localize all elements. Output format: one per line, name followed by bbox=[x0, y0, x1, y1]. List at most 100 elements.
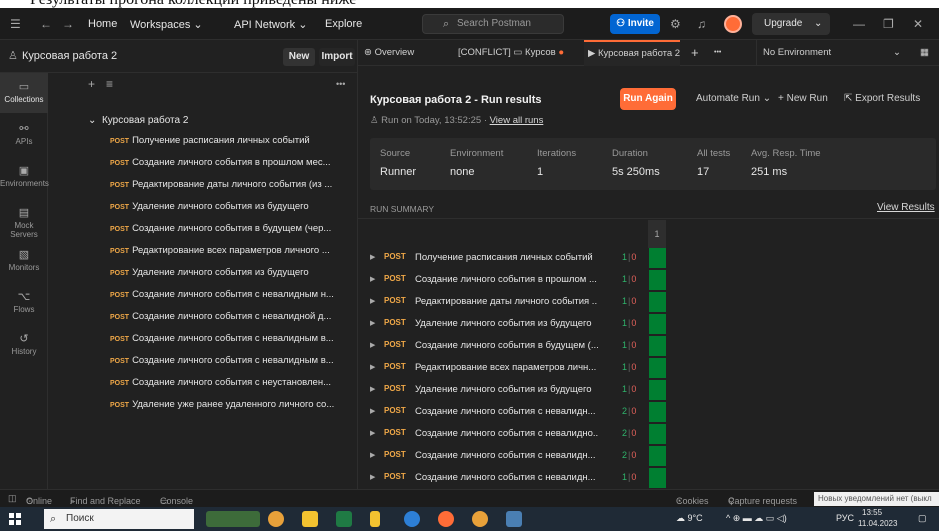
chrome-icon[interactable] bbox=[268, 511, 284, 527]
menu-icon[interactable]: ☰ bbox=[10, 17, 21, 31]
request-name: Получение расписания личных событий bbox=[132, 135, 310, 146]
more-tabs-icon[interactable]: ••• bbox=[714, 40, 730, 66]
summary-row[interactable]: ▶ POST Создание личного события в прошлом … bbox=[370, 270, 670, 290]
minimize-icon[interactable]: — bbox=[853, 17, 865, 31]
app-icon[interactable] bbox=[370, 511, 380, 527]
collection-item[interactable]: ⌄ Курсовая работа 2 bbox=[88, 115, 188, 126]
workspace-name[interactable]: Курсовая работа 2 bbox=[22, 50, 117, 62]
request-item[interactable]: POST Создание личного события в будущем (… bbox=[110, 223, 355, 234]
sidebar-toggle-icon[interactable]: ◫ bbox=[8, 493, 17, 504]
weather-widget[interactable]: ☁ 9°C bbox=[676, 513, 703, 524]
environment-select[interactable]: No Environment ⌄ bbox=[756, 40, 906, 66]
search-icon: ⌕ bbox=[50, 513, 57, 525]
forward-arrow-icon[interactable]: → bbox=[62, 17, 74, 31]
postman-icon[interactable] bbox=[438, 511, 454, 527]
new-tab-button[interactable]: + bbox=[691, 40, 705, 66]
maximize-icon[interactable]: ❐ bbox=[883, 17, 894, 31]
nav-explore[interactable]: Explore bbox=[325, 18, 362, 30]
automate-run-button[interactable]: Automate Run ⌄ bbox=[696, 93, 771, 104]
stat-label: Duration bbox=[612, 148, 648, 159]
upgrade-button[interactable]: Upgrade ⌄ bbox=[752, 13, 830, 35]
request-item[interactable]: POST Создание личного события с неустанов… bbox=[110, 377, 355, 388]
sidebar-item-flows[interactable]: ⌥ Flows bbox=[0, 283, 48, 323]
request-item[interactable]: POST Создание личного события в прошлом м… bbox=[110, 157, 355, 168]
new-run-button[interactable]: + New Run bbox=[778, 93, 828, 104]
new-button[interactable]: New bbox=[283, 48, 315, 66]
stat-value: 5s 250ms bbox=[612, 166, 660, 178]
tab-overview[interactable]: ⊛ Overview bbox=[364, 40, 434, 66]
sidebar-item-monitors[interactable]: ▧ Monitors bbox=[0, 241, 48, 281]
request-item[interactable]: POST Создание личного события с невалидны… bbox=[110, 289, 355, 300]
stat-value: Runner bbox=[380, 166, 417, 178]
request-item[interactable]: POST Редактирование всех параметров лично… bbox=[110, 245, 355, 256]
windows-start-icon[interactable] bbox=[9, 513, 21, 525]
request-item[interactable]: POST Удаление личного события из будущего bbox=[110, 201, 355, 212]
sidebar-item-history[interactable]: ↺ History bbox=[0, 325, 48, 365]
summary-row[interactable]: ▶ POST Создание личного события в будущем … bbox=[370, 336, 670, 356]
excel-icon[interactable] bbox=[336, 511, 352, 527]
windows-taskbar: ⌕ Поиск ☁ 9°C ^ ⊕ ▬ ☁ ▭ ◁) РУС 13:55 11.… bbox=[0, 507, 939, 531]
top-header: ☰ ← → Home Workspaces ⌄ API Network ⌄ Ex… bbox=[0, 8, 939, 40]
sidebar-item-mock-servers[interactable]: ▤ Mock Servers bbox=[0, 199, 48, 239]
summary-row[interactable]: ▶ POST Создание личного события с невалидн… bbox=[370, 424, 670, 444]
environment-quick-look-icon[interactable]: ▦ bbox=[920, 40, 936, 66]
language-indicator[interactable]: РУС bbox=[836, 513, 854, 523]
back-arrow-icon[interactable]: ← bbox=[40, 17, 52, 31]
request-item[interactable]: POST Создание личного события с невалидны… bbox=[110, 355, 355, 366]
bell-icon[interactable]: ♫ bbox=[697, 17, 706, 31]
request-item[interactable]: POST Редактирование даты личного события … bbox=[110, 179, 355, 190]
request-item[interactable]: POST Получение расписания личных событий bbox=[110, 135, 355, 146]
satellite-icon[interactable]: ⚙ bbox=[670, 17, 681, 31]
failed-count: 0 bbox=[631, 252, 637, 262]
request-item[interactable]: POST Удаление уже ранее удаленного личног… bbox=[110, 399, 355, 410]
summary-row[interactable]: ▶ POST Удаление личного события из будущег… bbox=[370, 314, 670, 334]
nav-workspaces[interactable]: Workspaces ⌄ bbox=[130, 18, 203, 31]
search-input[interactable]: ⌕ Search Postman bbox=[422, 14, 564, 34]
view-results-link[interactable]: View Results bbox=[877, 202, 935, 213]
request-name: Создание личного события с невалидн... bbox=[415, 406, 596, 417]
pass-fail-count: 1|0 bbox=[622, 340, 637, 350]
more-options-icon[interactable]: ••• bbox=[336, 79, 345, 89]
request-item[interactable]: POST Создание личного события с невалидны… bbox=[110, 333, 355, 344]
browser-icon[interactable] bbox=[404, 511, 420, 527]
tab-run-results[interactable]: ▶ Курсовая работа 2 bbox=[584, 40, 680, 66]
avatar[interactable] bbox=[724, 15, 742, 33]
pass-fail-count: 1|0 bbox=[622, 252, 637, 262]
method-badge: POST bbox=[384, 340, 406, 349]
tab-conflict[interactable]: [CONFLICT] ▭ Курсов ● bbox=[458, 40, 578, 66]
sidebar-item-collections[interactable]: ▭ Collections bbox=[0, 73, 48, 113]
clock-time[interactable]: 13:55 bbox=[862, 508, 882, 517]
method-badge: POST bbox=[384, 362, 406, 371]
system-tray-icons[interactable]: ^ ⊕ ▬ ☁ ▭ ◁) bbox=[726, 513, 787, 524]
add-collection-icon[interactable]: + bbox=[88, 77, 95, 91]
notification-center-icon[interactable]: ▢ bbox=[918, 513, 927, 524]
sidebar-item-environments[interactable]: ▣ Environments bbox=[0, 157, 49, 197]
run-again-button[interactable]: Run Again bbox=[620, 88, 676, 110]
chrome-icon[interactable] bbox=[472, 511, 488, 527]
summary-row[interactable]: ▶ POST Удаление личного события из будущег… bbox=[370, 380, 670, 400]
iteration-pass-bar bbox=[649, 248, 666, 268]
summary-row[interactable]: ▶ POST Создание личного события с невалидн… bbox=[370, 446, 670, 466]
filter-icon[interactable]: ≡ bbox=[106, 77, 113, 91]
import-button[interactable]: Import bbox=[319, 48, 355, 66]
summary-row[interactable]: ▶ POST Создание личного события с невалидн… bbox=[370, 402, 670, 422]
summary-row[interactable]: ▶ POST Редактирование даты личного события… bbox=[370, 292, 670, 312]
nav-api-network[interactable]: API Network ⌄ bbox=[234, 18, 307, 31]
close-icon[interactable]: ✕ bbox=[913, 17, 923, 31]
sidebar-item-apis[interactable]: ⚯ APIs bbox=[0, 115, 48, 155]
taskbar-search-input[interactable]: ⌕ Поиск bbox=[44, 509, 194, 529]
clock-date[interactable]: 11.04.2023 bbox=[858, 519, 897, 528]
search-placeholder: Search Postman bbox=[457, 18, 531, 29]
summary-row[interactable]: ▶ POST Создание личного события с невалидн… bbox=[370, 468, 670, 488]
summary-row[interactable]: ▶ POST Редактирование всех параметров личн… bbox=[370, 358, 670, 378]
request-item[interactable]: POST Создание личного события с невалидно… bbox=[110, 311, 355, 322]
taskbar-news-widget[interactable] bbox=[206, 511, 260, 527]
view-all-runs-link[interactable]: View all runs bbox=[490, 115, 544, 126]
export-results-button[interactable]: ⇱ Export Results bbox=[844, 93, 920, 104]
photos-icon[interactable] bbox=[506, 511, 522, 527]
summary-row[interactable]: ▶ POST Получение расписания личных событий… bbox=[370, 248, 670, 268]
request-item[interactable]: POST Удаление личного события из будущего bbox=[110, 267, 355, 278]
nav-home[interactable]: Home bbox=[88, 18, 117, 30]
file-explorer-icon[interactable] bbox=[302, 511, 318, 527]
invite-button[interactable]: ⚇ Invite bbox=[610, 14, 660, 34]
